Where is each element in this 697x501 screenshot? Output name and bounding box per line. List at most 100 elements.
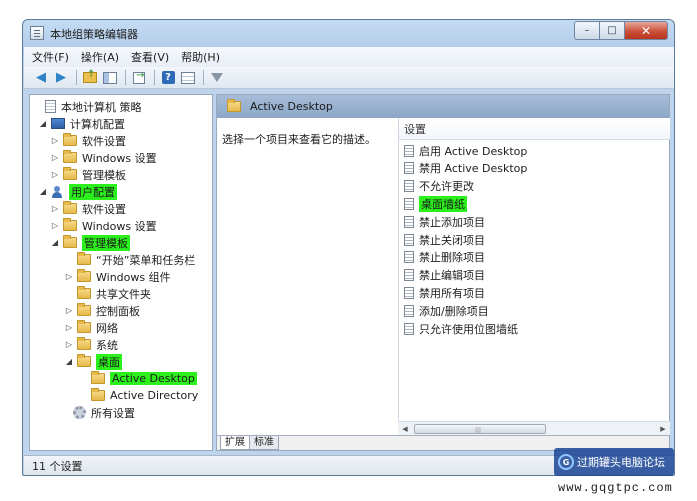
expanded-arrow-icon[interactable]: ◢ [38,187,48,197]
export-list-button[interactable] [130,70,148,86]
tree-node[interactable]: ▷ Windows 设置 [50,149,157,166]
folder-icon [77,286,91,299]
up-level-button[interactable] [81,69,99,86]
close-button[interactable]: ✕ [625,21,668,40]
menu-action[interactable]: 操作(A) [81,49,119,65]
folder-icon [63,218,77,231]
tree-node[interactable]: 本地计算机 策略 [32,98,142,115]
scroll-left-icon[interactable]: ◀ [398,422,412,436]
tree-node[interactable]: ▷ 网络 [64,319,118,336]
tree-node-label: Windows 设置 [82,151,157,165]
collapsed-arrow-icon[interactable]: ▷ [64,306,74,316]
forward-button[interactable]: ▶ [52,70,70,86]
tree-node[interactable]: ▷ Windows 组件 [64,268,171,285]
tree-node[interactable]: ▷ 系统 [64,336,118,353]
policy-document-icon [45,100,56,113]
tree-node[interactable]: ▷ Windows 设置 [50,217,157,234]
setting-label: 禁止添加项目 [419,215,485,229]
setting-label: 桌面墙纸 [419,195,467,212]
tree-node-label: Windows 设置 [82,219,157,233]
tree-node-label: 桌面 [96,353,122,370]
expanded-arrow-icon[interactable]: ◢ [64,357,74,367]
setting-icon [404,180,414,193]
view-button[interactable] [179,70,197,86]
collapsed-arrow-icon[interactable]: ▷ [50,136,60,146]
tree-node[interactable]: Active Desktop [78,370,197,387]
tree-node-label: 软件设置 [82,202,126,216]
tree-node[interactable]: ◢ 管理模板 [50,234,130,251]
filter-button[interactable] [208,70,226,86]
expanded-arrow-icon[interactable]: ◢ [38,119,48,129]
setting-item[interactable]: 禁止删除项目 [404,249,485,266]
tab-extended[interactable]: 扩展 [220,436,250,450]
column-header-settings[interactable]: 设置 [399,118,670,140]
tree-node[interactable]: 共享文件夹 [64,285,151,302]
tree-node[interactable]: ▷ 软件设置 [50,132,126,149]
toolbar-separator [125,70,126,85]
help-button[interactable]: ? [159,70,177,86]
setting-item[interactable]: 只允许使用位图墙纸 [404,320,518,337]
menu-help[interactable]: 帮助(H) [181,49,220,65]
folder-icon [63,150,77,163]
collapsed-arrow-icon[interactable]: ▷ [50,153,60,163]
collapsed-arrow-icon[interactable]: ▷ [50,204,60,214]
tree-node[interactable]: ◢ 计算机配置 [38,115,125,132]
tree-node-label: Active Desktop [110,372,197,385]
setting-icon [404,215,414,228]
setting-item[interactable]: 不允许更改 [404,178,474,195]
tree-node[interactable]: 所有设置 [60,404,135,421]
setting-item[interactable]: 禁止添加项目 [404,213,485,230]
tree-node[interactable]: ▷ 管理模板 [50,166,126,183]
setting-item[interactable]: 禁用 Active Desktop [404,160,527,177]
collapsed-arrow-icon[interactable]: ▷ [64,272,74,282]
tree-node-label: 共享文件夹 [96,287,151,301]
folder-icon [63,167,77,180]
tree-node[interactable]: ◢ 用户配置 [38,183,117,200]
setting-item[interactable]: 禁止关闭项目 [404,231,485,248]
collapsed-arrow-icon[interactable]: ▷ [64,340,74,350]
back-arrow-icon: ◀ [36,70,46,85]
tree-node[interactable]: Active Directory [78,387,198,404]
grip-icon: ||| [475,427,482,434]
tree-node-label: 所有设置 [91,406,135,420]
tab-standard[interactable]: 标准 [249,436,279,450]
folder-icon [77,354,91,367]
folder-icon [227,99,241,112]
tree-node[interactable]: “开始”菜单和任务栏 [64,251,195,268]
tree-node-label: 控制面板 [96,304,140,318]
menu-view[interactable]: 查看(V) [131,49,169,65]
tree-node[interactable]: ▷ 控制面板 [64,302,140,319]
horizontal-scrollbar[interactable]: ◀ ||| ▶ [398,421,670,435]
collapsed-arrow-icon[interactable]: ▷ [50,221,60,231]
expanded-arrow-icon[interactable]: ◢ [50,238,60,248]
minimize-button[interactable]: – [574,21,600,40]
setting-item[interactable]: 添加/删除项目 [404,302,489,319]
collapsed-arrow-icon[interactable]: ▷ [50,170,60,180]
tree-node-label: 本地计算机 策略 [61,100,142,114]
folder-icon [91,388,105,401]
back-button[interactable]: ◀ [32,70,50,86]
setting-item[interactable]: 桌面墙纸 [404,195,467,212]
settings-gear-icon [73,406,86,419]
setting-label: 禁止编辑项目 [419,269,485,283]
setting-item[interactable]: 启用 Active Desktop [404,142,527,159]
setting-item[interactable]: 禁止编辑项目 [404,267,485,284]
folder-icon [63,235,77,248]
title-bar: 本地组策略编辑器 – □ ✕ [23,20,674,46]
folder-icon [63,201,77,214]
scroll-thumb[interactable]: ||| [414,424,546,434]
watermark-url: www.gqgtpc.com [558,481,673,495]
help-icon: ? [161,71,175,84]
maximize-button[interactable]: □ [600,21,625,40]
menu-file[interactable]: 文件(F) [32,49,69,65]
tree-node[interactable]: ▷ 软件设置 [50,200,126,217]
tree-node[interactable]: ◢ 桌面 [64,353,122,370]
setting-item[interactable]: 禁用所有项目 [404,284,485,301]
scroll-right-icon[interactable]: ▶ [656,422,670,436]
collapsed-arrow-icon[interactable]: ▷ [64,323,74,333]
show-pane-button[interactable] [101,70,119,86]
